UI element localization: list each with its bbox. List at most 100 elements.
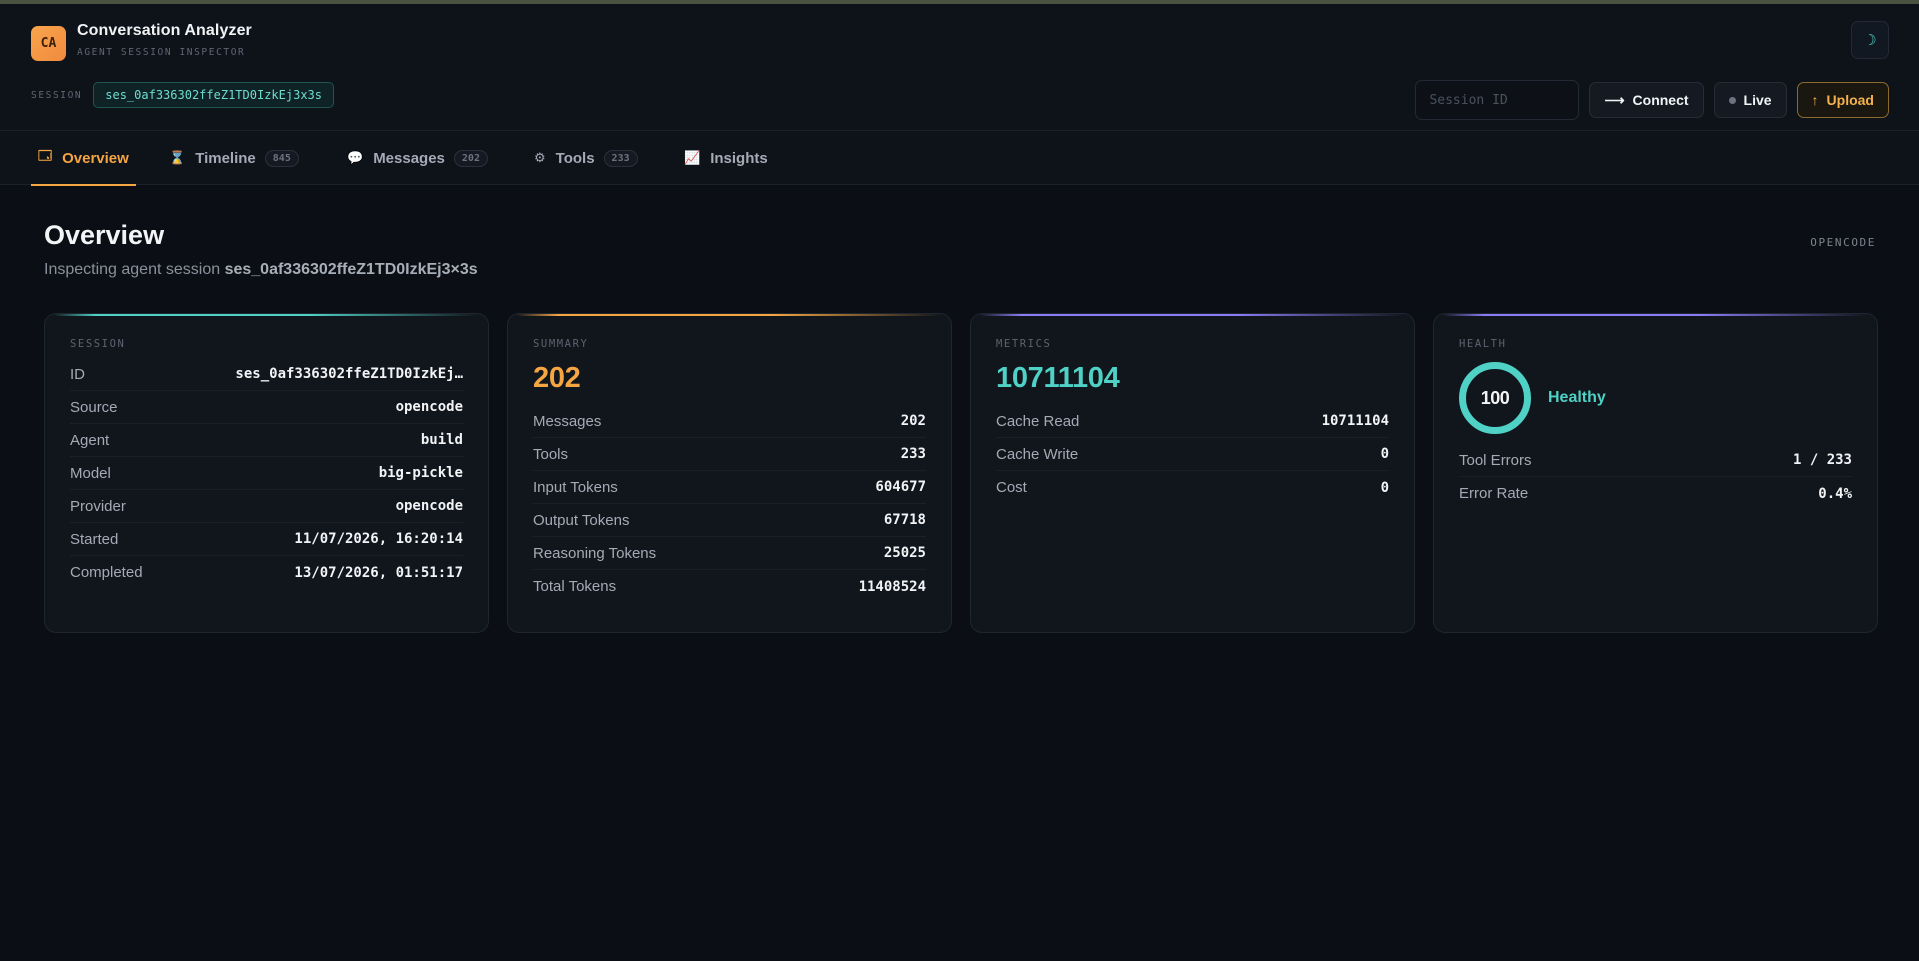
app-logo: CA: [31, 26, 66, 61]
session-id-chip[interactable]: ses_0af336302ffeZ1TD0IzkEj3x3s: [93, 82, 334, 108]
theme-toggle-button[interactable]: ☽: [1851, 21, 1889, 59]
detail-value: 0: [1380, 479, 1389, 496]
tab-label: Messages: [373, 149, 445, 167]
app-title: Conversation Analyzer: [77, 22, 252, 39]
detail-value: 11/07/2026, 16:20:14: [294, 531, 463, 547]
tab-messages[interactable]: 💬 Messages 202: [347, 131, 488, 185]
detail-key: Model: [70, 464, 111, 482]
source-tag: OPENCODE: [1810, 236, 1876, 249]
app-header: CA Conversation Analyzer AGENT SESSION I…: [0, 4, 1919, 131]
detail-row: Messages 202: [533, 405, 926, 438]
page-subtitle-session: ses_0af336302ffeZ1TD0IzkEj3×3s: [224, 261, 478, 278]
detail-key: Agent: [70, 431, 110, 449]
detail-value: 1 / 233: [1792, 452, 1852, 468]
detail-value: 13/07/2026, 01:51:17: [294, 564, 463, 581]
detail-value: 11408524: [858, 578, 926, 595]
health-score: 100 Healthy: [1459, 362, 1852, 434]
tab-bar: 🗔 Overview ⌛ Timeline 845 💬 Messages 202…: [0, 131, 1919, 186]
live-status-dot-icon: [1728, 96, 1736, 104]
detail-row: Error Rate 0.4%: [1459, 477, 1852, 510]
detail-row: Agent build: [70, 424, 463, 457]
detail-row: Output Tokens 67718: [533, 504, 926, 537]
summary-headline-value: 202: [533, 362, 581, 394]
session-id-input[interactable]: [1415, 80, 1580, 120]
detail-row: Cache Write 0: [996, 438, 1389, 471]
detail-row: Input Tokens 604677: [533, 471, 926, 504]
brand: CA Conversation Analyzer AGENT SESSION I…: [31, 22, 252, 61]
overview-cards: SESSION ID ses_0af336302ffeZ1TD0IzkEj… So…: [44, 313, 1878, 633]
hourglass-icon: ⌛: [169, 150, 186, 165]
upload-button-label: Upload: [1826, 92, 1874, 108]
detail-key: Tools: [533, 445, 569, 463]
detail-key: Cache Read: [996, 412, 1080, 430]
chart-trend-icon: 📈: [684, 150, 701, 165]
tab-overview[interactable]: 🗔 Overview: [31, 131, 136, 186]
tab-tools[interactable]: ⚙ Tools 233: [534, 131, 638, 185]
card-label: SESSION: [70, 338, 126, 350]
health-card: HEALTH 100 Healthy Tool Errors 1 / 233 Er…: [1433, 313, 1878, 633]
detail-row: Source opencode: [70, 391, 463, 424]
metrics-card: METRICS 10711104 Cache Read 10711104 Cach…: [970, 313, 1415, 633]
tab-count-badge: 845: [264, 149, 299, 167]
detail-value: 0: [1380, 446, 1389, 462]
tab-label: Timeline: [195, 149, 256, 167]
session-card: SESSION ID ses_0af336302ffeZ1TD0IzkEj… So…: [44, 313, 489, 633]
detail-key: Output Tokens: [533, 511, 630, 529]
detail-value: big-pickle: [378, 465, 463, 481]
detail-row: Total Tokens 11408524: [533, 570, 926, 603]
detail-row: Tool Errors 1 / 233: [1459, 444, 1852, 477]
gear-icon: ⚙: [534, 150, 546, 165]
detail-key: Started: [70, 530, 119, 548]
detail-value: opencode: [395, 498, 463, 514]
metrics-headline-value: 10711104: [996, 362, 1120, 394]
overview-icon: 🗔: [38, 148, 53, 163]
detail-key: Total Tokens: [533, 578, 617, 595]
tab-insights[interactable]: 📈 Insights: [684, 131, 768, 185]
upload-arrow-icon: ↑: [1811, 92, 1819, 108]
detail-row: Started 11/07/2026, 16:20:14: [70, 523, 463, 556]
session-controls: ⟶ Connect Live ↑ Upload: [1415, 80, 1889, 120]
detail-key: Messages: [533, 412, 602, 430]
metrics-details: Cache Read 10711104 Cache Write 0 Cost 0: [996, 405, 1389, 504]
detail-row: Tools 233: [533, 438, 926, 471]
session-label: SESSION: [31, 89, 83, 101]
card-label: HEALTH: [1459, 338, 1507, 350]
detail-key: Source: [70, 398, 118, 416]
moon-icon: ☽: [1863, 32, 1877, 49]
card-label: METRICS: [996, 338, 1052, 350]
health-score-ring: 100: [1459, 362, 1531, 434]
detail-key: Cost: [996, 479, 1027, 496]
detail-row: Provider opencode: [70, 490, 463, 523]
page-subtitle: Inspecting agent session ses_0af336302ff…: [44, 261, 1876, 279]
detail-key: Reasoning Tokens: [533, 544, 657, 562]
speech-bubble-icon: 💬: [347, 150, 364, 165]
connect-button[interactable]: ⟶ Connect: [1589, 82, 1704, 118]
upload-button[interactable]: ↑ Upload: [1796, 82, 1889, 118]
detail-value: 10711104: [1321, 413, 1389, 429]
overview-header: Overview Inspecting agent session ses_0a…: [44, 220, 1876, 279]
live-button[interactable]: Live: [1713, 82, 1787, 118]
detail-value: 67718: [883, 512, 926, 528]
connect-button-label: Connect: [1632, 92, 1689, 108]
summary-card: SUMMARY 202 Messages 202 Tools 233 Input T…: [507, 313, 952, 633]
card-label: SUMMARY: [533, 338, 589, 350]
detail-row: ID ses_0af336302ffeZ1TD0IzkEj…: [70, 358, 463, 391]
page-title: Overview: [44, 220, 165, 250]
health-details: Tool Errors 1 / 233 Error Rate 0.4%: [1459, 444, 1852, 510]
detail-row: Completed 13/07/2026, 01:51:17: [70, 556, 463, 589]
detail-value: 0.4%: [1818, 485, 1852, 502]
health-status: Healthy: [1548, 389, 1606, 406]
detail-key: Provider: [70, 497, 126, 515]
tab-count-badge: 233: [603, 149, 638, 167]
detail-value: 604677: [875, 479, 926, 495]
detail-key: Error Rate: [1459, 485, 1529, 502]
detail-key: Input Tokens: [533, 478, 618, 496]
detail-value: ses_0af336302ffeZ1TD0IzkEj…: [235, 366, 463, 382]
current-session: SESSION ses_0af336302ffeZ1TD0IzkEj3x3s: [31, 82, 334, 108]
tab-timeline[interactable]: ⌛ Timeline 845: [169, 131, 299, 185]
detail-row: Reasoning Tokens 25025: [533, 537, 926, 570]
detail-key: ID: [70, 365, 85, 383]
detail-key: Tool Errors: [1459, 451, 1532, 469]
detail-value: 25025: [883, 545, 926, 561]
detail-value: 202: [900, 413, 926, 429]
